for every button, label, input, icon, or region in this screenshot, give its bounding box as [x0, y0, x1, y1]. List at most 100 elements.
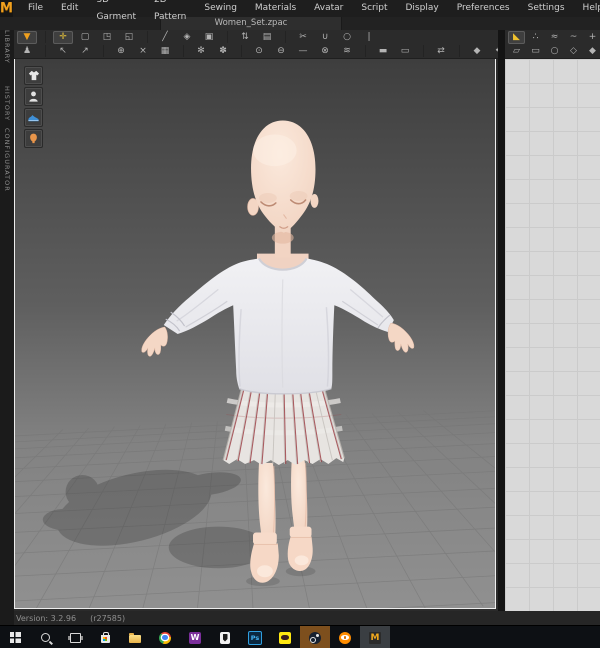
flatten-tool-button[interactable]: ✻	[191, 45, 211, 58]
taskbar-epic-games[interactable]	[210, 626, 240, 648]
avatar-mesh-tool-button[interactable]: ▦	[155, 45, 175, 58]
taskbar-word[interactable]: W	[180, 626, 210, 648]
toolbar-separator	[176, 45, 184, 57]
2d-pattern-panel[interactable]	[505, 58, 600, 612]
avatar-display-tool-button[interactable]: ♟	[17, 45, 37, 58]
side-tab-strip: LIBRARY HISTORY CONFIGURATOR	[0, 17, 14, 625]
zipper-tool-button[interactable]: ≋	[337, 45, 357, 58]
gizmo-tool-button[interactable]: ▼	[17, 31, 37, 44]
menu-avatar[interactable]: Avatar	[305, 0, 352, 17]
select-move-tool-button[interactable]: ✛	[53, 31, 73, 44]
menu-materials[interactable]: Materials	[246, 0, 305, 17]
fitting-suit-tool-button[interactable]: ❖	[489, 45, 498, 58]
trace-tool-icon: ◆	[589, 45, 596, 58]
strain-map-tool-button[interactable]: ✽	[213, 45, 233, 58]
measure-tool-button[interactable]: ❘	[359, 31, 379, 44]
trace-tool-button[interactable]: ◆	[584, 45, 600, 58]
polygon-pattern-tool-button[interactable]: ▱	[508, 45, 525, 58]
menu-sewing[interactable]: Sewing	[195, 0, 246, 17]
free-sewing-tool-icon: ○	[343, 31, 351, 44]
taskbar-kakaotalk[interactable]	[270, 626, 300, 648]
menu-settings[interactable]: Settings	[519, 0, 574, 17]
rectangle-pattern-tool-icon: ▭	[531, 45, 540, 58]
panel-splitter[interactable]	[498, 30, 505, 611]
avatar-size-tool-button[interactable]: ↖	[53, 45, 73, 58]
menu-script[interactable]: Script	[352, 0, 396, 17]
garment-display-toggle[interactable]	[24, 66, 43, 85]
garment-display-tool-button[interactable]: ▣	[199, 31, 219, 44]
photoshop-icon: Ps	[248, 631, 262, 645]
menu-items: FileEdit3D Garment2D PatternSewingMateri…	[19, 0, 600, 26]
shoes-display-toggle[interactable]	[24, 108, 43, 127]
avatar-pose-tool-button[interactable]: ↗	[75, 45, 95, 58]
select-mesh-tool-button[interactable]: ◈	[177, 31, 197, 44]
edit-pattern-tool-button[interactable]: ◳	[97, 31, 117, 44]
arrange-points-tool-button[interactable]: ▤	[257, 31, 277, 44]
edit-curvature-tool-button[interactable]: ≈	[546, 31, 563, 44]
x-ray-joint-tool-button[interactable]: ×	[133, 45, 153, 58]
circle-pattern-tool-button[interactable]: ○	[546, 45, 563, 58]
taskbar-task-view[interactable]	[60, 626, 90, 648]
rectangle-pattern-tool-button[interactable]: ▭	[527, 45, 544, 58]
fold-arrangement-tool-button[interactable]: ⇅	[235, 31, 255, 44]
taskbar-file-explorer[interactable]	[120, 626, 150, 648]
flat-panel-tool-button[interactable]: ▭	[395, 45, 415, 58]
app-logo[interactable]: M	[0, 0, 13, 17]
taskbar-steam[interactable]	[300, 626, 330, 648]
buttonhole-tool-button[interactable]: ⊖	[271, 45, 291, 58]
edit-pattern-2d-tool-button[interactable]: ∴	[527, 31, 544, 44]
dart-tool-button[interactable]: ◇	[565, 45, 582, 58]
edit-curvature-tool-icon: ≈	[551, 31, 559, 44]
side-tab-history[interactable]: HISTORY	[3, 86, 11, 121]
arrangement-point-tool-button[interactable]: ⊕	[111, 45, 131, 58]
avatar-display-toggle[interactable]	[24, 87, 43, 106]
toolbar-separator	[278, 31, 286, 43]
edit-sewing-tool-button[interactable]: ✂	[293, 31, 313, 44]
arrangement-point-tool-icon: ⊕	[117, 45, 125, 58]
transform-pattern-2d-tool-button[interactable]: ◣	[508, 31, 525, 44]
toolbar-separator	[38, 31, 46, 43]
fold-arrangement-tool-icon: ⇅	[241, 31, 249, 44]
side-tab-configurator[interactable]: CONFIGURATOR	[3, 128, 11, 192]
taskbar-photoshop[interactable]: Ps	[240, 626, 270, 648]
toolbar-separator	[96, 45, 104, 57]
fitting-suit-tool-icon: ❖	[495, 45, 498, 58]
free-sewing-tool-button[interactable]: ○	[337, 31, 357, 44]
button-tool-button[interactable]: ⊙	[249, 45, 269, 58]
taskbar-store[interactable]	[90, 626, 120, 648]
taskbar-blender[interactable]	[330, 626, 360, 648]
edit-pattern-2d-tool-icon: ∴	[533, 31, 539, 44]
taskbar-chrome[interactable]	[150, 626, 180, 648]
taskbar-marvelous-designer[interactable]: M	[360, 626, 390, 648]
rectangle-select-tool-button[interactable]: ▢	[75, 31, 95, 44]
topstitch-tool-button[interactable]: —	[293, 45, 313, 58]
menu-preferences[interactable]: Preferences	[448, 0, 519, 17]
transform-pattern-tool-button[interactable]: ◱	[119, 31, 139, 44]
fitting-garment-tool-button[interactable]: ◆	[467, 45, 487, 58]
menu-edit[interactable]: Edit	[52, 0, 87, 17]
3d-viewport[interactable]	[14, 58, 496, 609]
padlock-tool-button[interactable]: ⊗	[315, 45, 335, 58]
head-icon	[27, 132, 40, 145]
head-display-toggle[interactable]	[24, 129, 43, 148]
add-point-tool-button[interactable]: +	[584, 31, 600, 44]
pin-tool-button[interactable]: ╱	[155, 31, 175, 44]
menu-help[interactable]: Help	[574, 0, 600, 17]
menu-display[interactable]: Display	[397, 0, 448, 17]
menu-file[interactable]: File	[19, 0, 52, 17]
toolbar-separator	[416, 45, 424, 57]
taskbar-search[interactable]	[30, 626, 60, 648]
flat-measure-tool-button[interactable]: ▬	[373, 45, 393, 58]
side-tab-library[interactable]: LIBRARY	[3, 30, 11, 64]
toolbar-2d: ◣ ∴ ≈ ~+ ▱ ▭ ○ ◇ ◆	[505, 30, 600, 59]
taskbar-start[interactable]	[0, 626, 30, 648]
edit-pattern-tool-icon: ◳	[103, 31, 112, 44]
topstitch-tool-icon: —	[299, 45, 308, 58]
edit-curve-point-tool-button[interactable]: ~	[565, 31, 582, 44]
menu-2d-pattern[interactable]: 2D Pattern	[145, 0, 195, 26]
avatar-size-tool-icon: ↖	[59, 45, 67, 58]
segment-sewing-tool-button[interactable]: ∪	[315, 31, 335, 44]
circle-pattern-tool-icon: ○	[551, 45, 559, 58]
menu-3d-garment[interactable]: 3D Garment	[87, 0, 145, 26]
symmetry-split-tool-button[interactable]: ⇄	[431, 45, 451, 58]
